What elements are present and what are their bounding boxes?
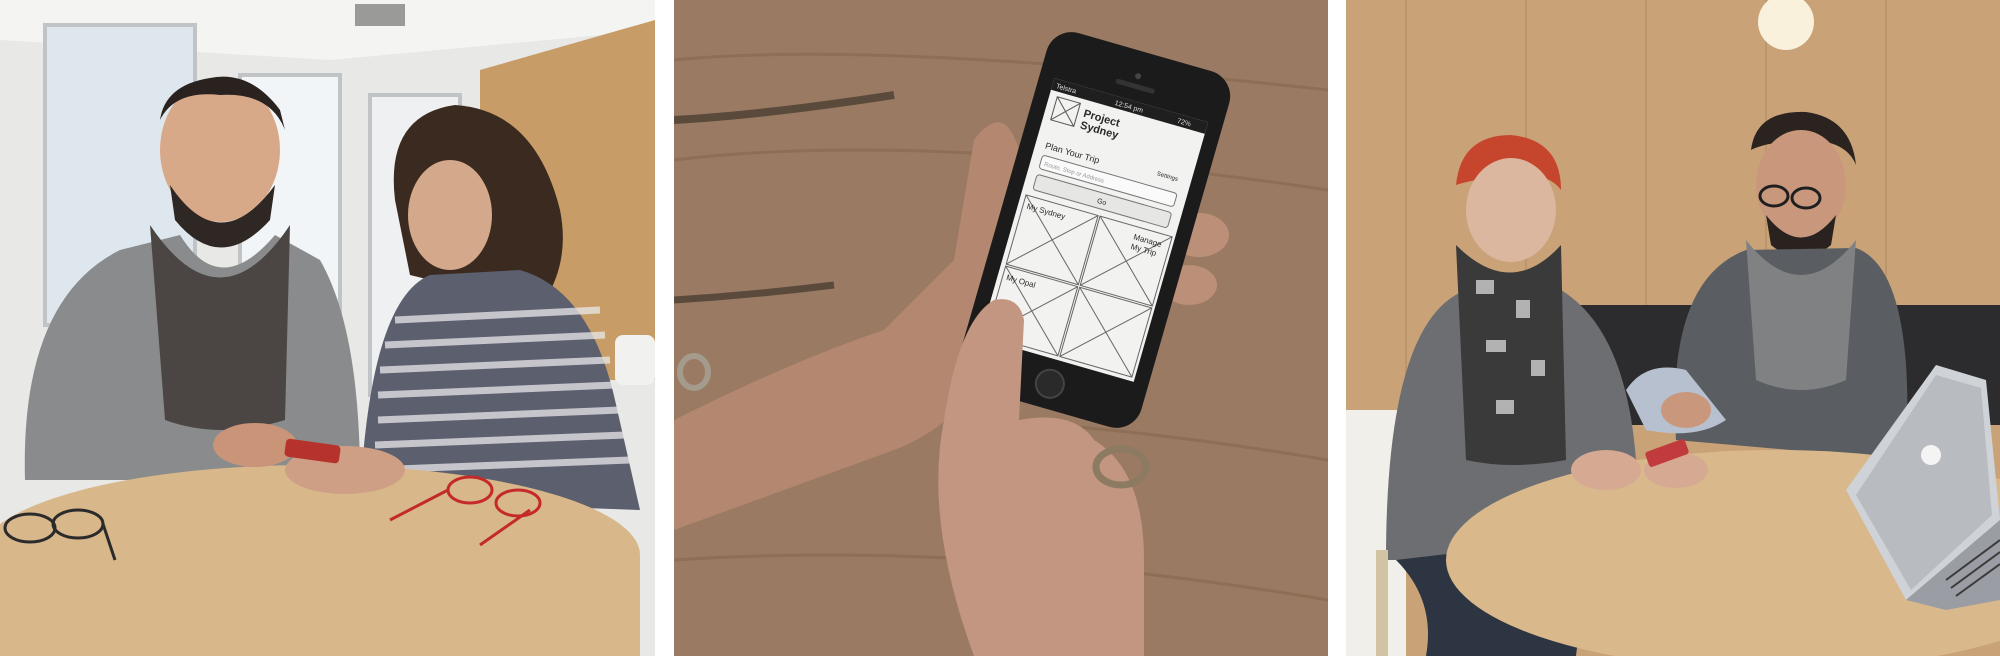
ceiling-vent bbox=[355, 4, 405, 26]
photo-middle-scene: Telstra 12:54 pm 72% Project Sydney Sett… bbox=[674, 0, 1328, 656]
woman-scarf bbox=[1456, 245, 1566, 465]
apple-logo bbox=[1921, 445, 1941, 465]
photo-right-scene bbox=[1346, 0, 2000, 656]
photo-middle: Telstra 12:54 pm 72% Project Sydney Sett… bbox=[674, 0, 1328, 656]
photo-left-scene bbox=[0, 0, 655, 656]
photo-left bbox=[0, 0, 655, 656]
photo-right bbox=[1346, 0, 2000, 656]
